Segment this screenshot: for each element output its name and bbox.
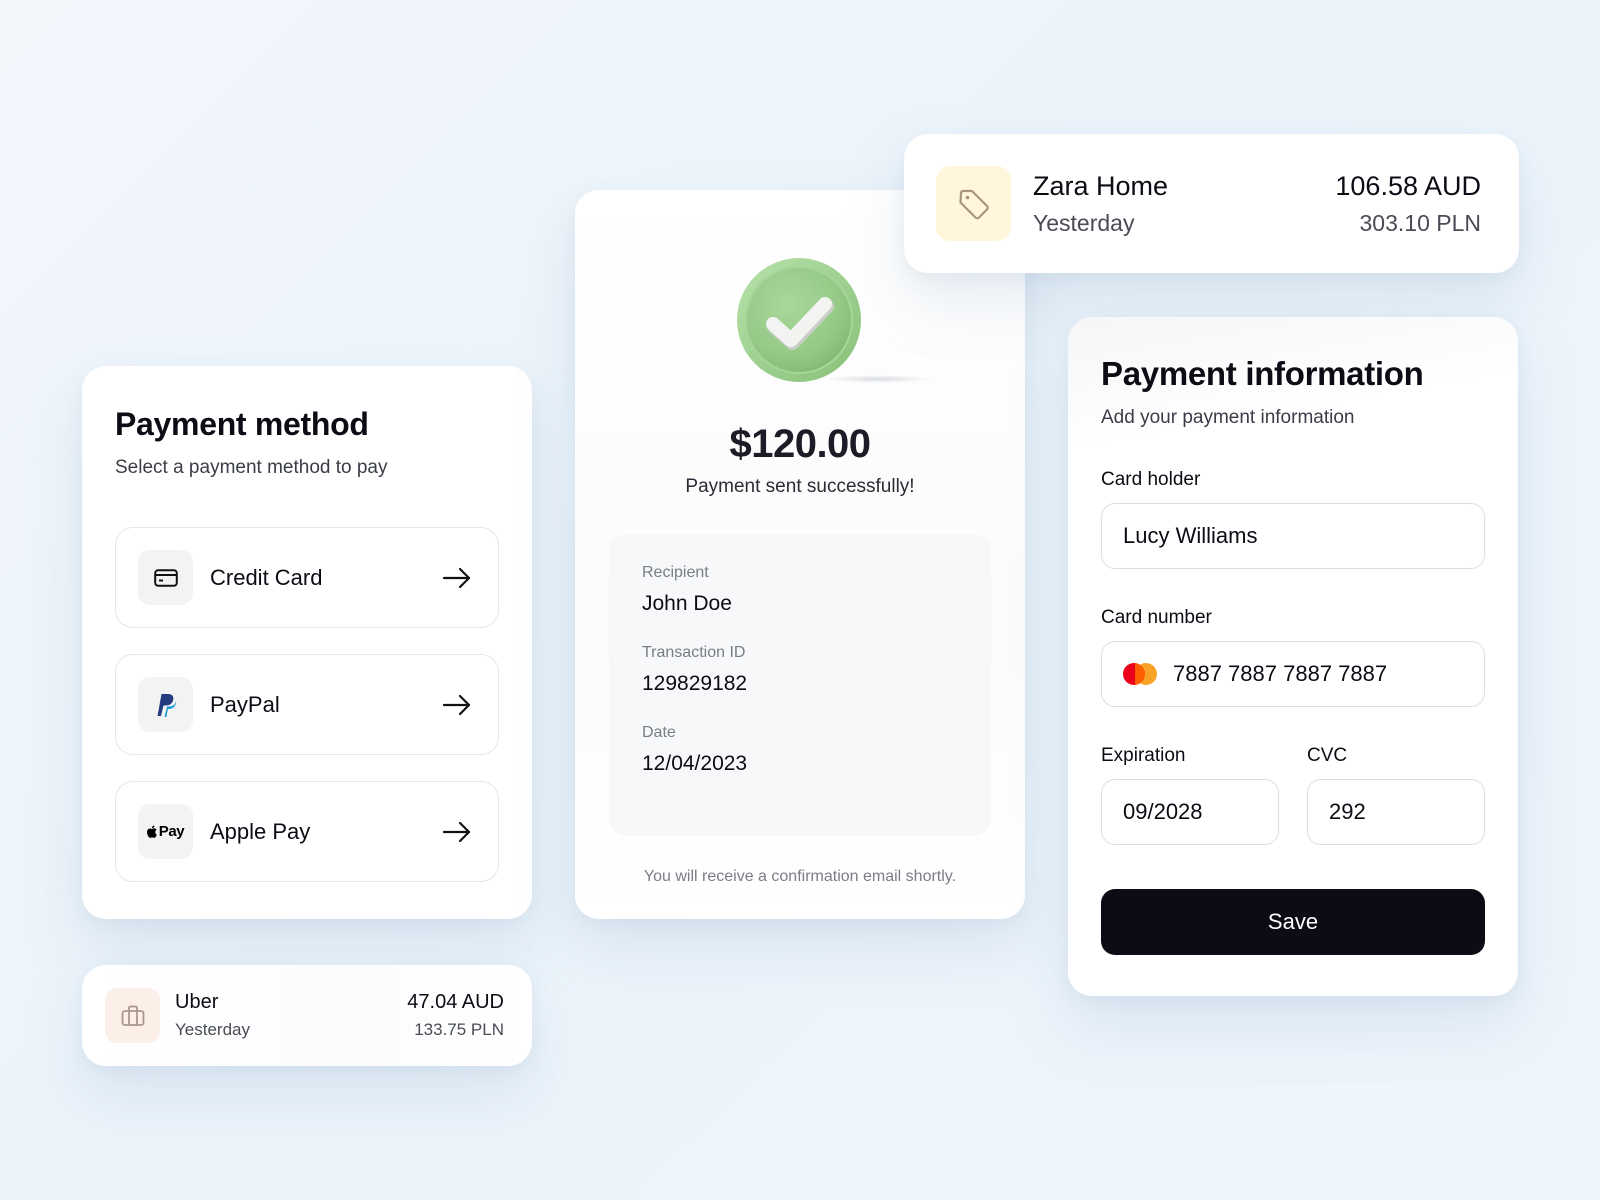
cvc-group: CVC 292 xyxy=(1307,745,1485,845)
apple-pay-logo-icon: Pay xyxy=(138,804,193,859)
expiration-label: Expiration xyxy=(1101,745,1186,766)
transaction-amount-aud: 106.58 AUD xyxy=(1335,170,1481,201)
method-label: Credit Card xyxy=(210,564,323,590)
credit-card-icon xyxy=(138,550,193,605)
expiration-cvc-row: Expiration 09/2028 CVC 292 xyxy=(1101,745,1485,845)
paypal-logo-icon xyxy=(138,677,193,732)
payment-amount: $120.00 xyxy=(729,422,871,466)
method-label: PayPal xyxy=(210,691,280,717)
payment-information-subtitle: Add your payment information xyxy=(1101,407,1355,428)
arrow-right-icon xyxy=(442,821,471,842)
save-button[interactable]: Save xyxy=(1101,889,1485,955)
payment-information-title: Payment information xyxy=(1101,355,1424,392)
success-check-icon xyxy=(735,256,863,384)
success-message: Payment sent successfully! xyxy=(685,476,915,497)
payment-method-list: Credit Card PayPal Pay Apple Pay xyxy=(115,527,499,882)
payment-success-card: $120.00 Payment sent successfully! Recip… xyxy=(575,190,1025,919)
payment-method-subtitle: Select a payment method to pay xyxy=(115,457,388,478)
method-credit-card[interactable]: Credit Card xyxy=(115,527,499,628)
transaction-date: Yesterday xyxy=(175,1020,250,1039)
card-number-label: Card number xyxy=(1101,607,1212,628)
cvc-label: CVC xyxy=(1307,745,1348,766)
card-number-group: Card number 7887 7887 7887 7887 xyxy=(1101,607,1485,707)
transaction-name: Zara Home xyxy=(1033,170,1169,201)
expiration-input[interactable]: 09/2028 xyxy=(1101,779,1279,845)
payment-method-card: Payment method Select a payment method t… xyxy=(82,366,532,919)
method-label: Apple Pay xyxy=(210,818,311,844)
transaction-amount-aud: 47.04 AUD xyxy=(407,991,504,1013)
detail-recipient: Recipient John Doe xyxy=(642,564,732,615)
arrow-right-icon xyxy=(442,694,471,715)
payment-information-card: Payment information Add your payment inf… xyxy=(1068,317,1518,996)
payment-method-title: Payment method xyxy=(115,406,369,442)
transaction-card-uber[interactable]: Uber Yesterday 47.04 AUD 133.75 PLN xyxy=(82,965,532,1066)
card-holder-group: Card holder Lucy Williams xyxy=(1101,469,1485,569)
method-paypal[interactable]: PayPal xyxy=(115,654,499,755)
mastercard-icon xyxy=(1123,663,1157,685)
tag-icon xyxy=(936,166,1011,241)
briefcase-icon xyxy=(105,988,160,1043)
detail-transaction-id: Transaction ID 129829182 xyxy=(642,644,748,695)
arrow-right-icon xyxy=(442,567,471,588)
card-holder-label: Card holder xyxy=(1101,469,1201,490)
detail-date: Date 12/04/2023 xyxy=(642,724,748,775)
transaction-amount-pln: 303.10 PLN xyxy=(1359,209,1481,236)
transaction-amount-pln: 133.75 PLN xyxy=(414,1020,504,1039)
transaction-name: Uber xyxy=(175,991,219,1013)
transaction-date: Yesterday xyxy=(1033,209,1135,236)
card-holder-input[interactable]: Lucy Williams xyxy=(1101,503,1485,569)
transaction-card-zara-home[interactable]: Zara Home Yesterday 106.58 AUD 303.10 PL… xyxy=(904,134,1519,273)
confirmation-note: You will receive a confirmation email sh… xyxy=(643,868,957,885)
expiration-group: Expiration 09/2028 xyxy=(1101,745,1279,845)
method-apple-pay[interactable]: Pay Apple Pay xyxy=(115,781,499,882)
cvc-input[interactable]: 292 xyxy=(1307,779,1485,845)
card-number-input[interactable]: 7887 7887 7887 7887 xyxy=(1101,641,1485,707)
transaction-details: Recipient John Doe Transaction ID 129829… xyxy=(609,534,991,836)
